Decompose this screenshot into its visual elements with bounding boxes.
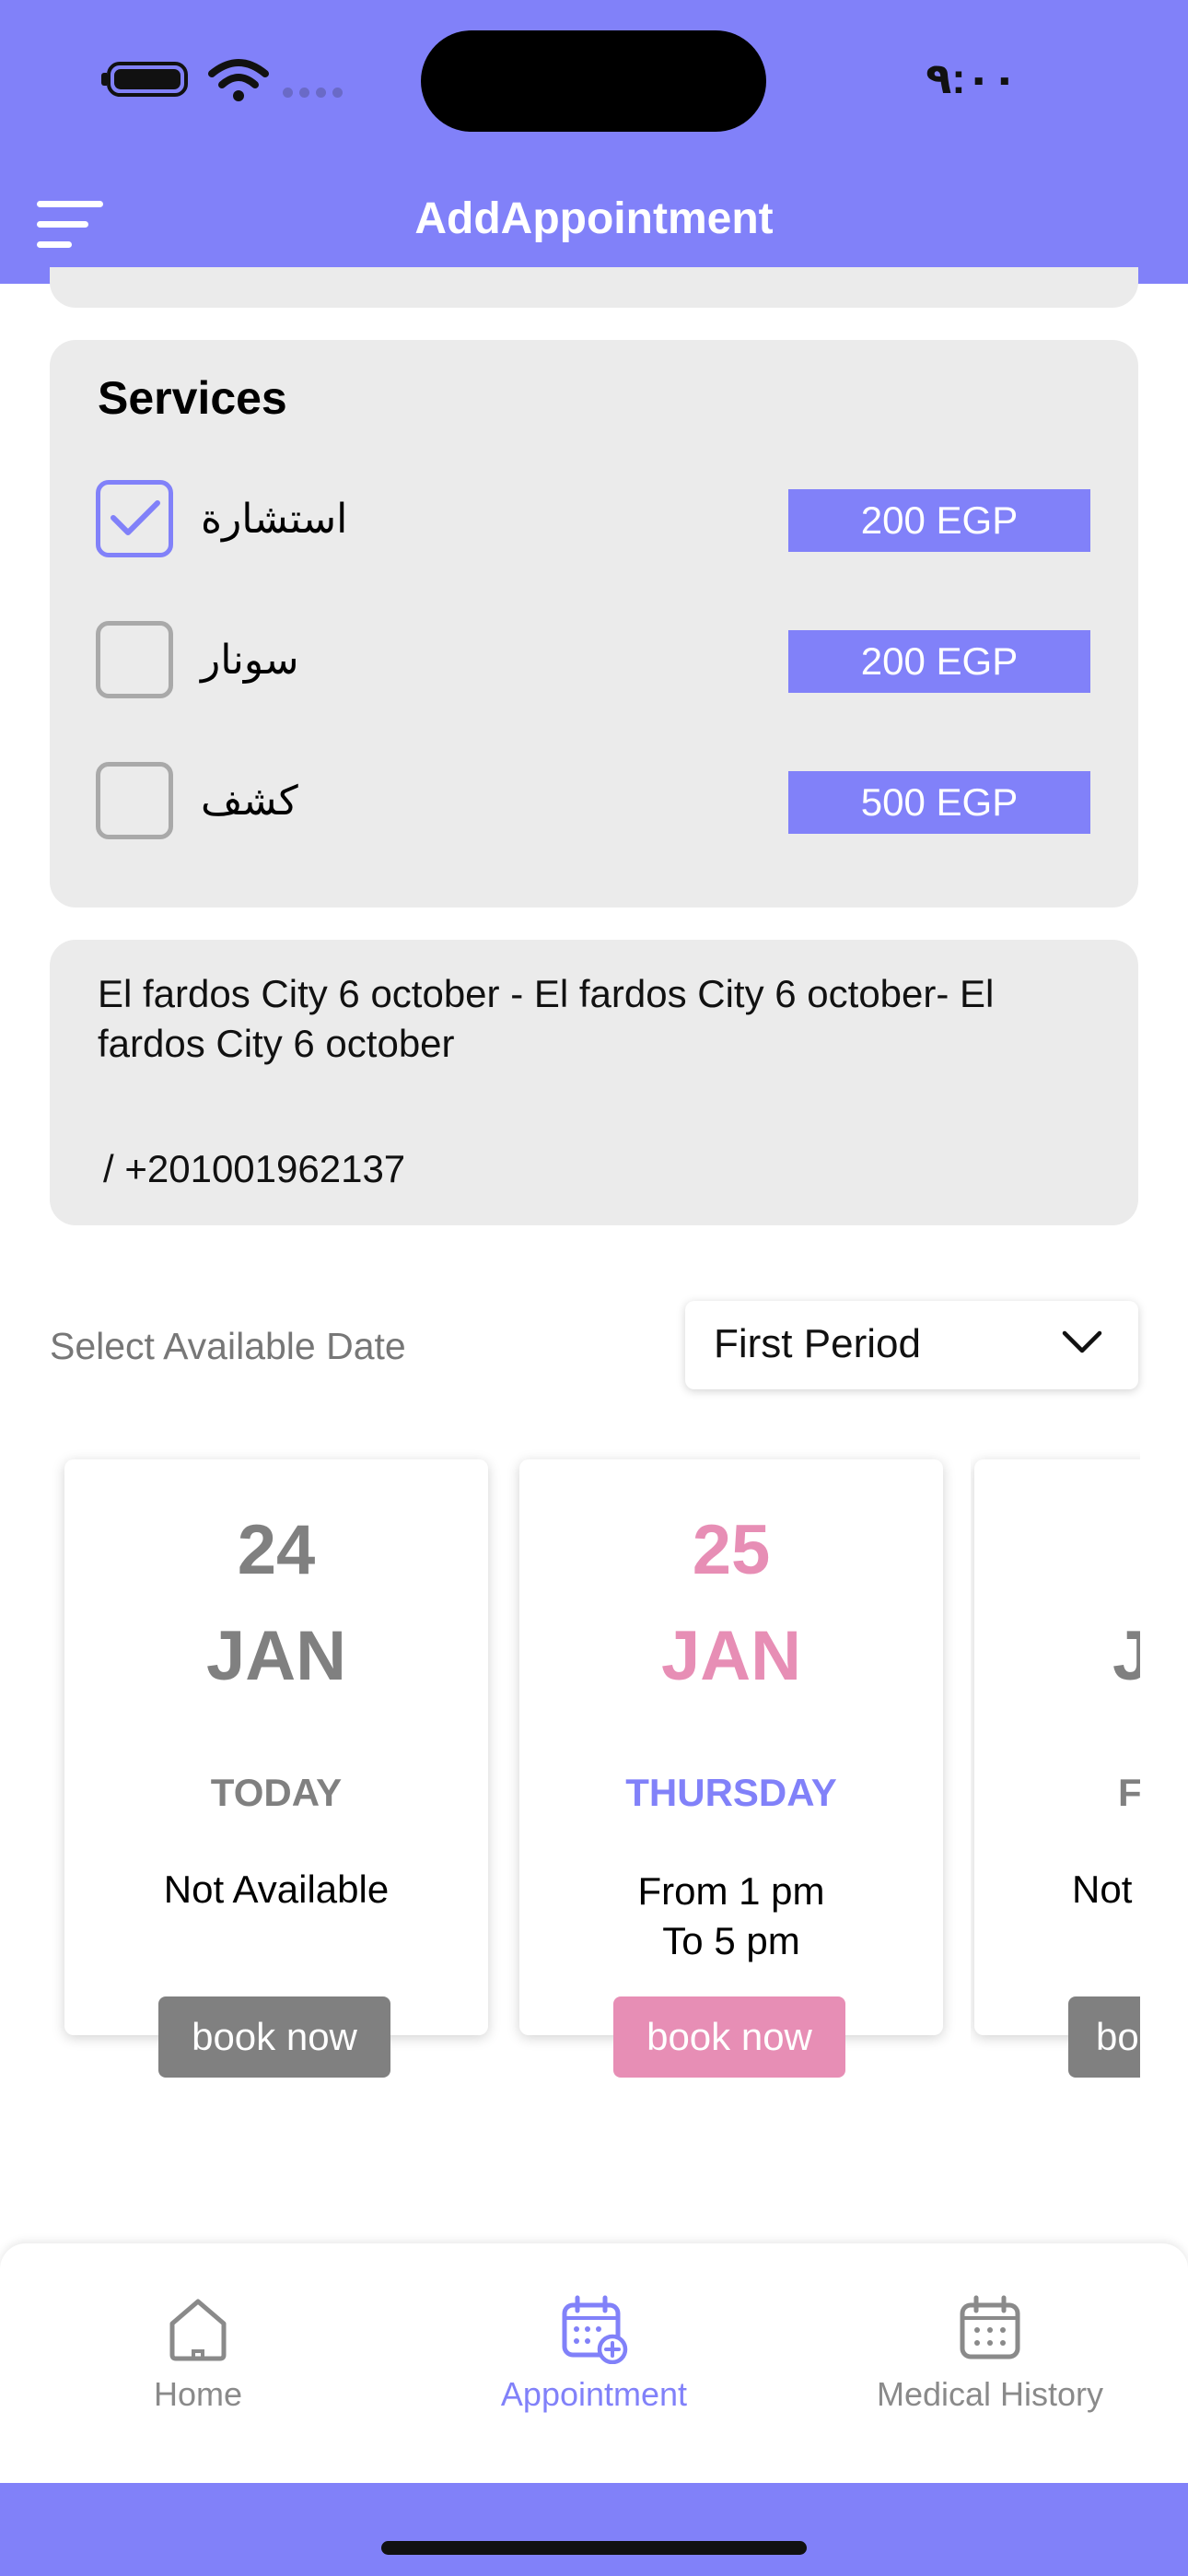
date-availability: Not Available [163,1868,390,1911]
date-day: 25 [692,1511,771,1589]
date-availability: Not [1072,1868,1133,1911]
previous-card [50,267,1138,308]
home-icon [169,2299,227,2361]
calendar-add-icon [562,2295,628,2364]
service-checkbox-sonar[interactable] [96,621,173,698]
nav-item-medical-history[interactable]: Medical History [792,2294,1188,2414]
service-price: 200 EGP [788,630,1090,693]
nav-label-appointment: Appointment [500,2375,688,2413]
service-name: سونار [201,637,299,684]
date-list-clip: J F Not bo [971,1437,1140,2101]
date-month: JAN [660,1617,802,1695]
date-weekday: THURSDAY [625,1771,837,1814]
nav-item-appointment[interactable]: Appointment [396,2294,792,2414]
date-month: J [1112,1617,1140,1695]
service-name: استشارة [201,496,348,543]
date-day: 24 [237,1511,316,1589]
nav-item-home[interactable]: Home [0,2294,396,2414]
nav-label-home: Home [153,2375,243,2413]
service-price: 200 EGP [788,489,1090,552]
service-price: 500 EGP [788,771,1090,834]
clinic-address: El fardos City 6 october - El fardos Cit… [98,972,995,1065]
page-title: AddAppointment [414,194,774,243]
date-availability: From 1 pm To 5 pm [519,1867,943,1966]
calendar-icon [960,2295,1020,2359]
wifi-icon [208,59,269,101]
services-title: Services [98,372,287,424]
status-time: ٩:٠٠ [926,54,1018,102]
date-card-next[interactable]: J F Not [974,1459,1140,2035]
period-selected-value: First Period [714,1321,921,1366]
service-checkbox-examination[interactable] [96,762,173,839]
availability-to: To 5 pm [662,1919,800,1962]
book-now-button[interactable]: book now [158,1996,390,2078]
clinic-phone: / +201001962137 [103,1147,406,1190]
book-now-button[interactable]: book now [613,1996,845,2078]
date-card-today[interactable]: 24 JAN TODAY Not Available [64,1459,488,2035]
book-now-button[interactable]: bo [1068,1996,1140,2078]
check-icon [111,500,160,535]
chevron-down-icon [1062,1330,1102,1353]
date-weekday: F [1118,1771,1140,1814]
cellular-signal-icon [283,88,343,98]
nav-label-medical-history: Medical History [876,2375,1104,2413]
dynamic-island [421,30,766,132]
battery-icon [107,62,188,97]
availability-from: From 1 pm [637,1869,825,1913]
home-indicator-area [0,2483,1188,2576]
date-card-thursday[interactable]: 25 JAN THURSDAY From 1 pm To 5 pm [519,1459,943,2035]
date-weekday: TODAY [210,1771,343,1814]
select-date-label: Select Available Date [50,1325,406,1367]
service-checkbox-consultation[interactable] [96,480,173,557]
home-indicator[interactable] [381,2541,807,2555]
service-name: كشف [201,778,298,825]
date-month: JAN [205,1617,347,1695]
